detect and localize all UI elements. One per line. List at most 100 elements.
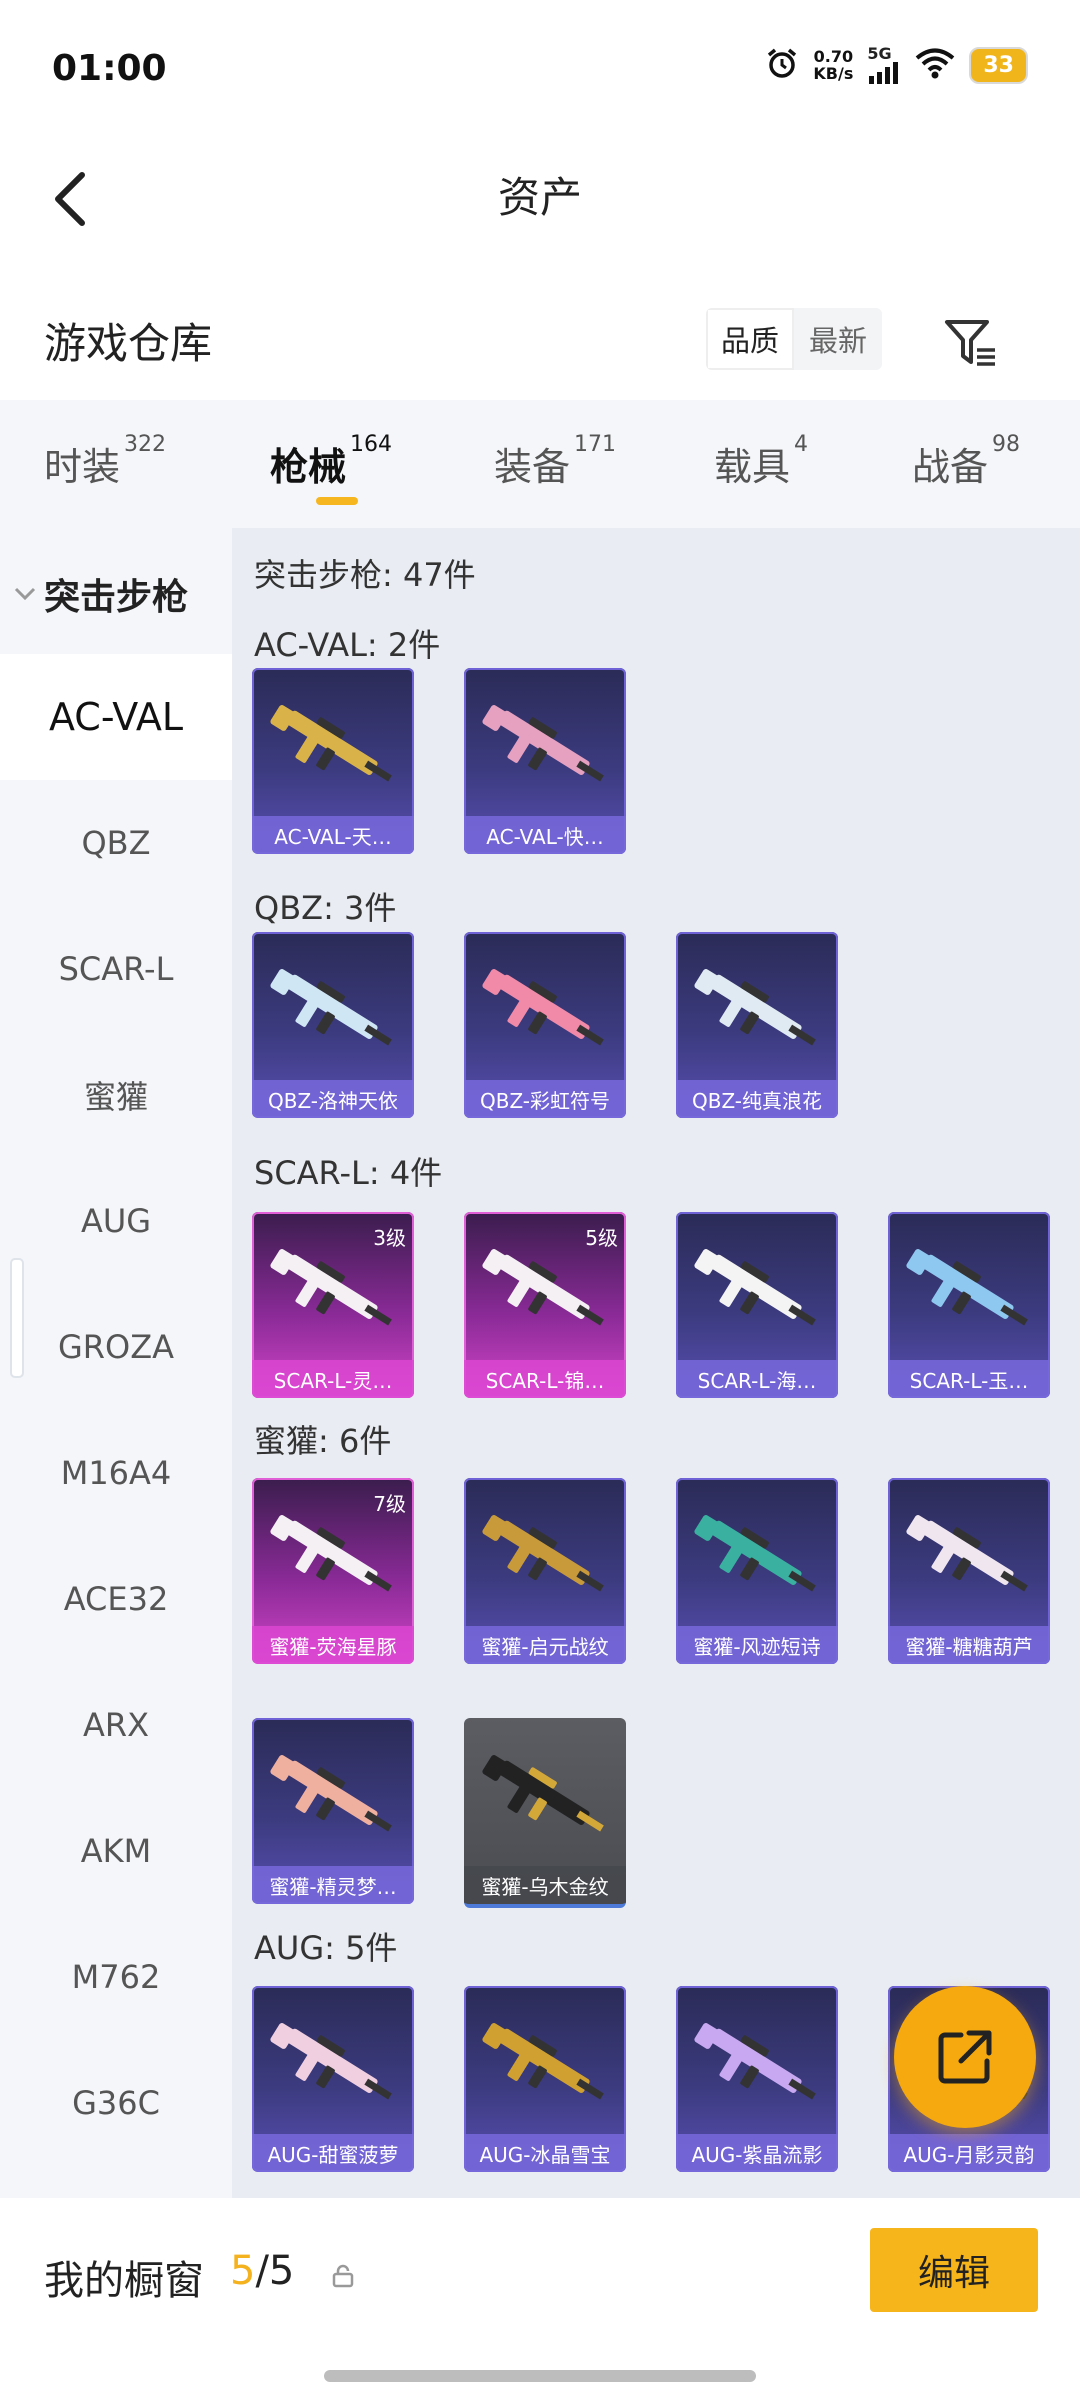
weapon-skin-image xyxy=(482,1248,604,1326)
skin-name: 蜜獾-糖糖葫芦 xyxy=(888,1626,1050,1664)
weapon-skin-card[interactable]: AUG-冰晶雪宝 xyxy=(464,1986,626,2172)
group-label: SCAR-L: 4件 xyxy=(254,1154,443,1192)
sidebar-group-assault-rifles[interactable]: 突击步枪 xyxy=(14,568,188,620)
skin-name: AC-VAL-快… xyxy=(464,816,626,854)
tab-equipment[interactable]: 装备171 xyxy=(494,432,616,491)
weapon-skin-card[interactable]: 蜜獾-糖糖葫芦 xyxy=(888,1478,1050,1664)
weapon-skin-image xyxy=(694,968,816,1046)
skin-name: 蜜獾-启元战纹 xyxy=(464,1626,626,1664)
weapon-skin-image xyxy=(694,2022,816,2100)
skin-level-badge: 3级 xyxy=(373,1226,406,1250)
skin-name: AUG-紫晶流影 xyxy=(676,2134,838,2172)
edit-button[interactable]: 编辑 xyxy=(870,2228,1038,2312)
skin-name: SCAR-L-锦… xyxy=(464,1360,626,1398)
filter-button[interactable] xyxy=(936,308,1006,378)
weapon-skin-image xyxy=(694,1514,816,1592)
skin-level-badge: 7级 xyxy=(373,1492,406,1516)
weapon-skin-card[interactable]: 蜜獾-精灵梦… xyxy=(252,1718,414,1904)
tab-combat-supplies[interactable]: 战备98 xyxy=(912,432,1020,491)
weapon-skin-card[interactable]: 蜜獾-风迹短诗 xyxy=(676,1478,838,1664)
weapon-skin-image xyxy=(482,2022,604,2100)
skin-name: AUG-甜蜜菠萝 xyxy=(252,2134,414,2172)
skin-name: SCAR-L-海… xyxy=(676,1360,838,1398)
sidebar-item[interactable]: QBZ xyxy=(0,780,232,906)
skin-name: SCAR-L-玉… xyxy=(888,1360,1050,1398)
warehouse-header: 游戏仓库 品质 最新 xyxy=(0,260,1080,400)
status-time: 01:00 xyxy=(52,48,167,89)
active-tab-indicator xyxy=(316,497,358,505)
status-bar: 01:00 0.70 KB/s 5G 33 xyxy=(0,0,1080,140)
wifi-icon xyxy=(915,47,955,83)
skin-name: 蜜獾-荧海星豚 xyxy=(252,1626,414,1664)
group-label: 蜜獾: 6件 xyxy=(254,1422,392,1460)
weapon-skin-image xyxy=(270,1514,392,1592)
weapon-skin-card[interactable]: 3级 SCAR-L-灵… xyxy=(252,1212,414,1398)
battery-indicator: 33 xyxy=(969,46,1028,84)
weapon-skin-image xyxy=(270,2022,392,2100)
weapon-skin-card[interactable]: QBZ-洛神天依 xyxy=(252,932,414,1118)
filter-icon xyxy=(945,320,995,366)
sidebar-item[interactable]: M762 xyxy=(0,1914,232,2040)
share-button[interactable] xyxy=(894,1986,1036,2128)
sort-quality-button[interactable]: 品质 xyxy=(706,308,794,370)
bottom-bar: 我的橱窗 5/5 编辑 xyxy=(0,2198,1080,2400)
sidebar-item[interactable]: GROZA xyxy=(0,1284,232,1410)
weapon-skin-card[interactable]: 蜜獾-启元战纹 xyxy=(464,1478,626,1664)
weapon-skin-card[interactable]: QBZ-彩虹符号 xyxy=(464,932,626,1118)
chevron-down-icon xyxy=(14,587,36,601)
sort-newest-button[interactable]: 最新 xyxy=(794,308,882,370)
tab-vehicles[interactable]: 载具4 xyxy=(714,432,808,491)
header: 资产 xyxy=(0,140,1080,260)
weapon-skin-image xyxy=(906,1248,1028,1326)
weapon-skin-card[interactable]: 7级蜜獾-荧海星豚 xyxy=(252,1478,414,1664)
skin-name: 蜜獾-风迹短诗 xyxy=(676,1626,838,1664)
sidebar-item[interactable]: ACE32 xyxy=(0,1536,232,1662)
sidebar-item[interactable]: SCAR-L xyxy=(0,906,232,1032)
lock-icon xyxy=(332,2264,354,2288)
weapon-skin-card[interactable]: 蜜獾-乌木金纹 xyxy=(464,1718,626,1908)
skin-name: QBZ-洛神天依 xyxy=(252,1080,414,1118)
category-heading: 突击步枪: 47件 xyxy=(254,556,476,594)
weapon-skin-card[interactable]: AC-VAL-快… xyxy=(464,668,626,854)
weapon-skin-image xyxy=(906,1514,1028,1592)
home-indicator[interactable] xyxy=(324,2370,756,2382)
skin-name: QBZ-纯真浪花 xyxy=(676,1080,838,1118)
weapon-skin-image xyxy=(482,1514,604,1592)
skin-name: AC-VAL-天… xyxy=(252,816,414,854)
sidebar-item[interactable]: M16A4 xyxy=(0,1410,232,1536)
sidebar-item[interactable]: G36C xyxy=(0,2040,232,2166)
skin-name: QBZ-彩虹符号 xyxy=(464,1080,626,1118)
signal-icon: 5G xyxy=(867,46,901,84)
sidebar-scrollbar[interactable] xyxy=(10,1258,24,1378)
weapon-skin-image xyxy=(482,968,604,1046)
group-label: QBZ: 3件 xyxy=(254,889,397,927)
sidebar-item[interactable]: ARX xyxy=(0,1662,232,1788)
weapon-skin-image xyxy=(482,1754,604,1832)
sidebar-item[interactable]: 蜜獾 xyxy=(0,1032,232,1158)
sidebar-item[interactable]: AKM xyxy=(0,1788,232,1914)
category-tabs: 时装322 枪械164 装备171 载具4 战备98 xyxy=(0,400,1080,528)
weapon-grid: 突击步枪: 47件 AC-VAL: 2件 AC-VAL-天… AC-VAL-快… QB… xyxy=(232,528,1080,2198)
sidebar-item[interactable]: AC-VAL xyxy=(0,654,232,780)
sort-toggle: 品质 最新 xyxy=(706,308,882,370)
alarm-icon xyxy=(765,46,799,84)
my-showcase-label: 我的橱窗 xyxy=(44,2258,204,2304)
weapon-skin-card[interactable]: 5级 SCAR-L-锦… xyxy=(464,1212,626,1398)
tab-weapons[interactable]: 枪械164 xyxy=(270,432,392,491)
weapon-skin-image xyxy=(270,1248,392,1326)
weapon-skin-image xyxy=(694,1248,816,1326)
weapon-skin-card[interactable]: SCAR-L-海… xyxy=(676,1212,838,1398)
weapon-skin-card[interactable]: AC-VAL-天… xyxy=(252,668,414,854)
weapon-skin-image xyxy=(270,704,392,782)
weapon-skin-card[interactable]: QBZ-纯真浪花 xyxy=(676,932,838,1118)
showcase-count: 5/5 xyxy=(230,2248,295,2294)
group-label: AUG: 5件 xyxy=(254,1929,398,1967)
skin-name: AUG-月影灵韵 xyxy=(888,2134,1050,2172)
weapon-sidebar: 突击步枪 AC-VAL QBZ SCAR-L 蜜獾 AUG GROZA M16A4 ACE32… xyxy=(0,528,232,2198)
sidebar-item[interactable]: AUG xyxy=(0,1158,232,1284)
group-label: AC-VAL: 2件 xyxy=(254,626,441,664)
weapon-skin-card[interactable]: AUG-甜蜜菠萝 xyxy=(252,1986,414,2172)
weapon-skin-card[interactable]: SCAR-L-玉… xyxy=(888,1212,1050,1398)
weapon-skin-card[interactable]: AUG-紫晶流影 xyxy=(676,1986,838,2172)
tab-fashion[interactable]: 时装322 xyxy=(44,432,166,491)
